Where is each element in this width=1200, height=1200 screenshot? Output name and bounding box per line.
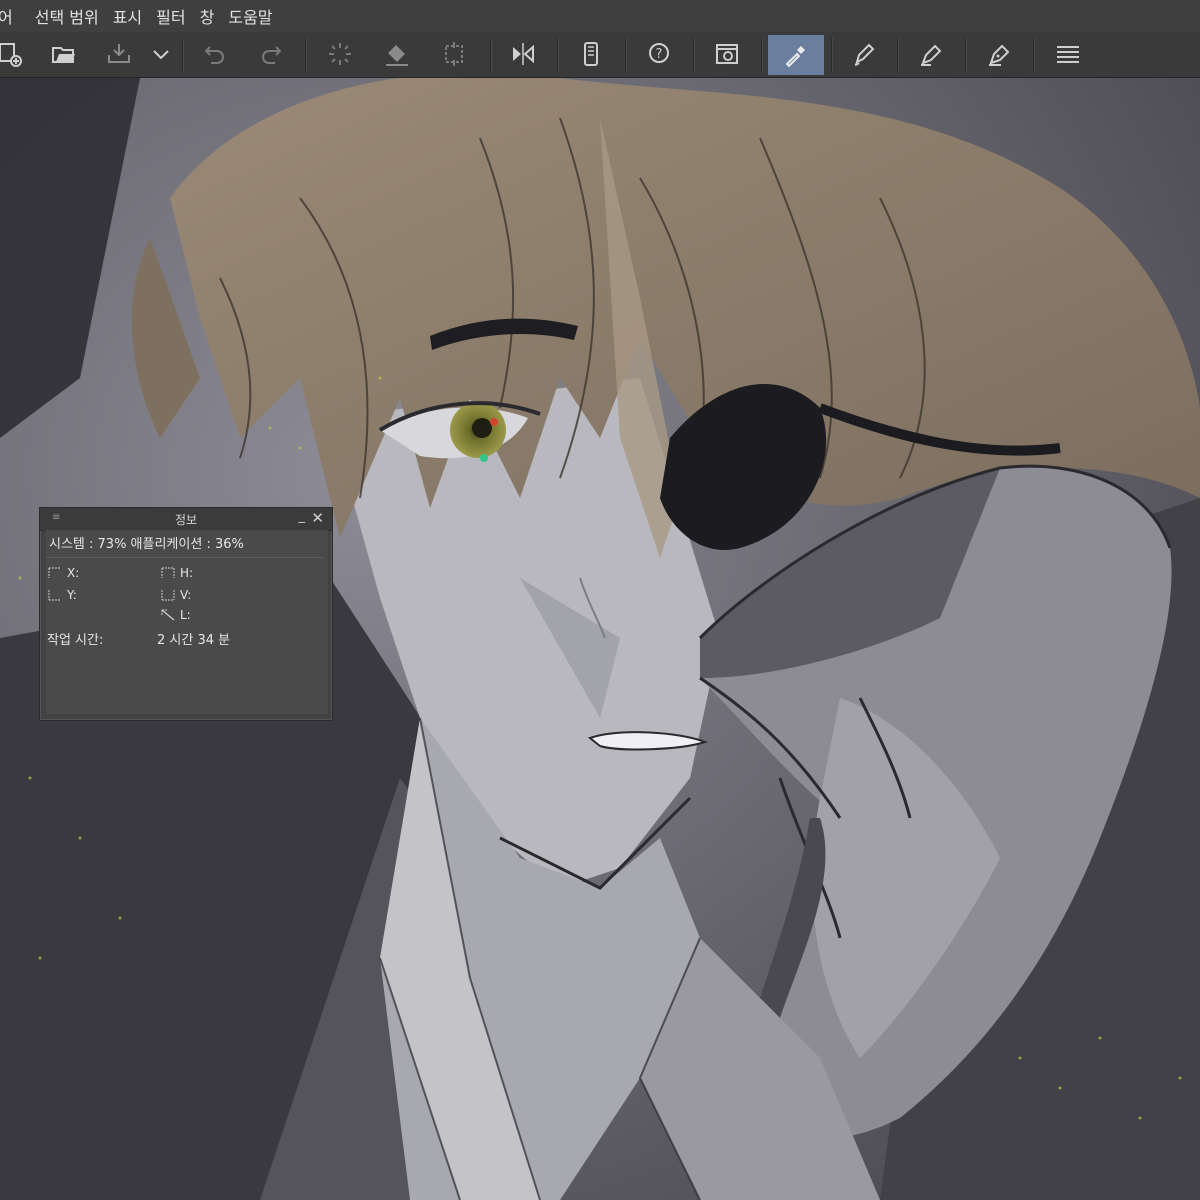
x-label: X: bbox=[67, 566, 80, 580]
save-button[interactable] bbox=[101, 36, 137, 72]
marker-icon bbox=[921, 44, 942, 66]
fill-button[interactable] bbox=[379, 36, 415, 72]
vertical-size-icon bbox=[161, 590, 175, 601]
flip-horizontal-button[interactable] bbox=[505, 36, 541, 72]
y-coordinate: Y: bbox=[47, 588, 77, 602]
ink-pen-icon bbox=[989, 44, 1010, 66]
eyedropper-button[interactable] bbox=[768, 35, 824, 75]
redo-icon bbox=[262, 46, 282, 64]
menu-edit[interactable]: 어 bbox=[0, 4, 13, 28]
new-canvas-icon bbox=[0, 43, 22, 67]
flip-horizontal-icon bbox=[513, 43, 534, 65]
smartphone-icon bbox=[584, 42, 598, 66]
menu-button[interactable] bbox=[1050, 36, 1086, 72]
transform-button[interactable] bbox=[436, 36, 472, 72]
open-button[interactable] bbox=[46, 36, 82, 72]
info-panel-body: 시스템 : 73% 애플리케이션 : 36% X: Y: H: V: L: 작업… bbox=[46, 530, 328, 714]
new-canvas-button[interactable] bbox=[0, 36, 28, 72]
memory-usage-text: 시스템 : 73% 애플리케이션 : 36% bbox=[49, 537, 244, 552]
undo-icon bbox=[204, 46, 224, 64]
x-coordinate: X: bbox=[47, 566, 79, 580]
navigator-icon bbox=[716, 44, 738, 64]
fill-bucket-icon bbox=[386, 45, 408, 66]
divider bbox=[46, 557, 324, 558]
help-icon: ? bbox=[649, 43, 669, 63]
undo-button[interactable] bbox=[197, 36, 233, 72]
h-value: H: bbox=[160, 566, 193, 580]
open-folder-icon bbox=[52, 47, 75, 63]
info-panel-titlebar[interactable]: ≡ 정보 _ ✕ bbox=[40, 508, 332, 531]
height-arrow-icon bbox=[48, 590, 61, 601]
l-value: L: bbox=[160, 608, 191, 622]
loading-spinner-icon bbox=[329, 43, 351, 65]
l-label: L: bbox=[180, 608, 191, 622]
help-button[interactable]: ? bbox=[641, 36, 677, 72]
diagonal-length-icon bbox=[161, 609, 175, 621]
menu-filter[interactable]: 필터 bbox=[156, 4, 185, 28]
redo-button[interactable] bbox=[253, 36, 289, 72]
info-panel: ≡ 정보 _ ✕ 시스템 : 73% 애플리케이션 : 36% X: Y: H:… bbox=[39, 507, 333, 721]
smartphone-button[interactable] bbox=[573, 36, 609, 72]
h-label: H: bbox=[180, 566, 194, 580]
toolbar: ? bbox=[0, 32, 1200, 78]
y-label: Y: bbox=[67, 588, 77, 602]
v-value: V: bbox=[160, 588, 191, 602]
eyedropper-icon bbox=[785, 46, 805, 68]
menu-help[interactable]: 도움말 bbox=[228, 4, 272, 28]
menu-bar: 어 선택 범위 표시 필터 창 도움말 bbox=[0, 0, 1200, 32]
svg-text:?: ? bbox=[656, 47, 663, 62]
save-icon bbox=[108, 44, 130, 63]
menu-view[interactable]: 표시 bbox=[113, 4, 142, 28]
chevron-down-icon bbox=[153, 50, 169, 60]
menu-window[interactable]: 창 bbox=[200, 4, 215, 28]
marker-button[interactable] bbox=[914, 36, 950, 72]
menu-selection[interactable]: 선택 범위 bbox=[35, 4, 99, 28]
width-arrow-icon bbox=[48, 567, 61, 578]
v-label: V: bbox=[180, 588, 192, 602]
minimize-icon[interactable]: _ bbox=[299, 509, 306, 524]
work-time-label: 작업 시간: bbox=[47, 633, 104, 648]
navigator-button[interactable] bbox=[709, 36, 745, 72]
save-dropdown-button[interactable] bbox=[143, 36, 179, 72]
ink-pen-button[interactable] bbox=[982, 36, 1018, 72]
pen-icon bbox=[854, 43, 875, 66]
info-panel-title: 정보 bbox=[174, 513, 198, 527]
loading-button[interactable] bbox=[322, 36, 358, 72]
close-icon[interactable]: ✕ bbox=[311, 509, 324, 527]
pen-button[interactable] bbox=[847, 36, 883, 72]
menu-icon bbox=[1057, 46, 1079, 63]
work-time-value: 2 시간 34 분 bbox=[157, 633, 231, 648]
transform-icon bbox=[445, 42, 463, 66]
horizontal-size-icon bbox=[161, 567, 175, 578]
